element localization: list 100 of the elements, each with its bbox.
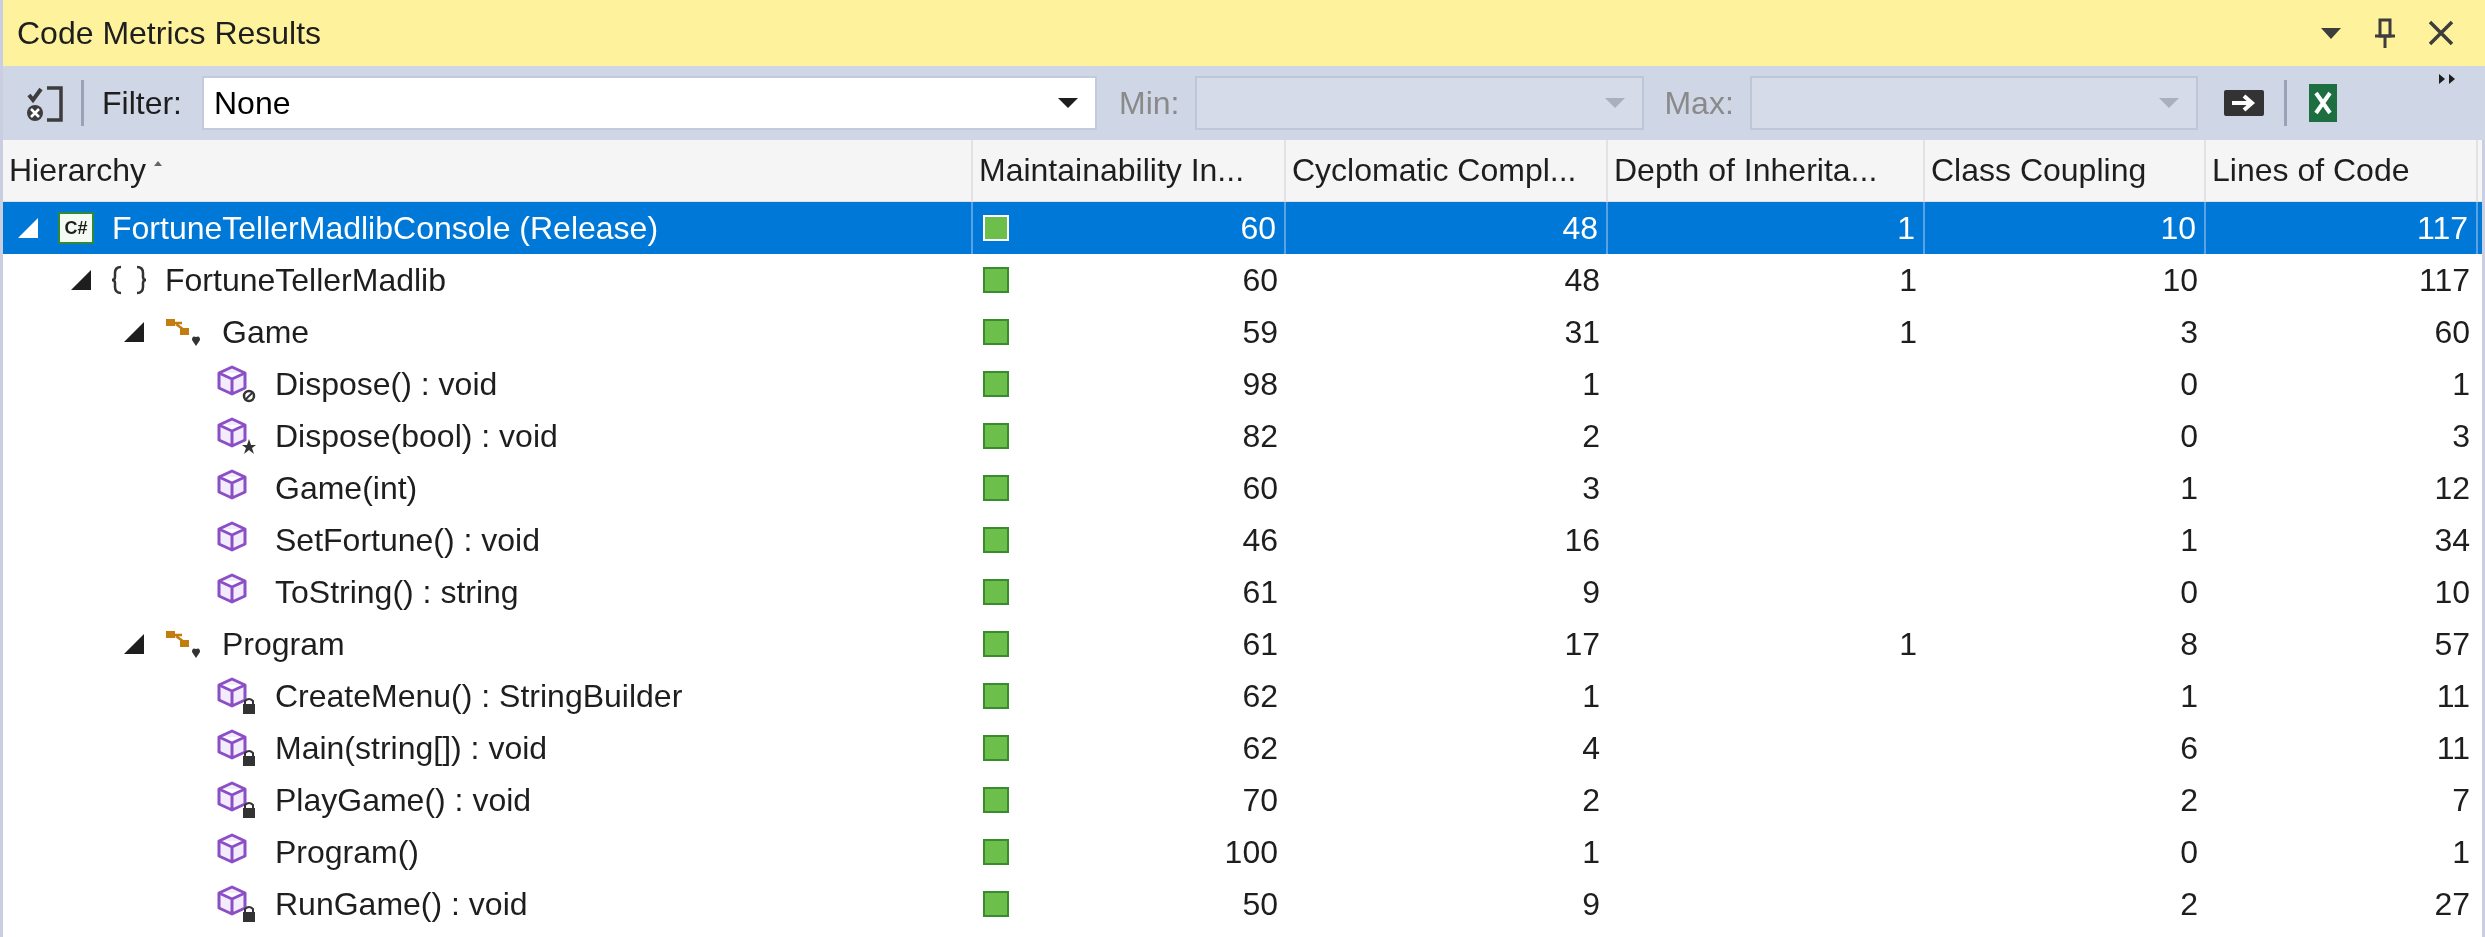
table-cell: 1 xyxy=(1899,625,1917,663)
tree-item-label: Game xyxy=(222,313,310,351)
tree-row[interactable]: CreateMenu() : StringBuilder 62 1 1 11 xyxy=(3,670,2482,722)
method-icon xyxy=(217,885,257,923)
maintainability-rating-icon xyxy=(983,423,1009,449)
table-cell: 16 xyxy=(1564,521,1600,559)
table-cell: 60 xyxy=(1242,261,1278,299)
table-cell: 50 xyxy=(1242,885,1278,923)
table-cell: 1 xyxy=(2452,365,2470,403)
table-cell: 59 xyxy=(1242,313,1278,351)
table-cell: 7 xyxy=(2452,781,2470,819)
caret-icon xyxy=(2157,96,2180,110)
tree-row[interactable]: Game 59 31 1 3 60 xyxy=(3,306,2482,358)
method-icon xyxy=(217,677,257,715)
overflow-icon[interactable] xyxy=(2439,74,2455,84)
table-cell: 10 xyxy=(2162,261,2198,299)
table-cell: 1 xyxy=(1582,677,1600,715)
table-cell: 98 xyxy=(1242,365,1278,403)
maintainability-rating-icon xyxy=(983,631,1009,657)
table-cell: 1 xyxy=(1582,833,1600,871)
tree-row[interactable]: ToString() : string 61 9 0 10 xyxy=(3,566,2482,618)
filter-label: Filter: xyxy=(102,84,182,122)
maintainability-rating-icon xyxy=(983,683,1009,709)
tree-row[interactable]: C# FortuneTellerMadlibConsole (Release) 60 48 1 10 117 xyxy=(3,202,2482,254)
maintainability-rating-icon xyxy=(983,215,1009,241)
caret-icon xyxy=(1604,96,1627,110)
table-cell: 117 xyxy=(2417,209,2468,247)
maintainability-rating-icon xyxy=(983,371,1009,397)
table-cell: 2 xyxy=(2180,885,2198,923)
table-cell: 6 xyxy=(2180,729,2198,767)
maintainability-rating-icon xyxy=(983,787,1009,813)
tree-item-label: Dispose(bool) : void xyxy=(275,417,558,455)
table-cell: 1 xyxy=(2180,521,2198,559)
expanded-arrow-icon[interactable] xyxy=(122,632,146,656)
table-cell: 62 xyxy=(1242,677,1278,715)
table-cell: 60 xyxy=(1240,209,1276,247)
tree-row[interactable]: Program 61 17 1 8 57 xyxy=(3,618,2482,670)
tree-item-label: Game(int) xyxy=(275,469,418,507)
table-cell: 82 xyxy=(1242,417,1278,455)
table-cell: 10 xyxy=(2160,209,2196,247)
tree-item-label: SetFortune() : void xyxy=(275,521,540,559)
spreadsheet-icon[interactable] xyxy=(2306,84,2339,122)
table-cell: 4 xyxy=(1582,729,1600,767)
method-icon xyxy=(217,781,257,819)
table-cell: 12 xyxy=(2434,469,2470,507)
max-label: Max: xyxy=(1664,84,1734,122)
table-cell: 27 xyxy=(2434,885,2470,923)
maintainability-rating-icon xyxy=(983,319,1009,345)
caret-icon xyxy=(1057,96,1079,110)
panel-title: Code Metrics Results xyxy=(17,14,323,52)
tree-item-label: PlayGame() : void xyxy=(275,781,532,819)
table-cell: 0 xyxy=(2180,573,2198,611)
tree-row[interactable]: RunGame() : void 50 9 2 27 xyxy=(3,878,2482,930)
table-cell: 62 xyxy=(1242,729,1278,767)
maintainability-rating-icon xyxy=(983,891,1009,917)
tree-item-label: ToString() : string xyxy=(275,573,519,611)
table-cell: 100 xyxy=(1224,833,1278,871)
tree-row[interactable]: FortuneTellerMadlib 60 48 1 10 117 xyxy=(3,254,2482,306)
maintainability-rating-icon xyxy=(983,735,1009,761)
maintainability-rating-icon xyxy=(983,475,1009,501)
method-icon xyxy=(217,417,257,455)
tree-row[interactable]: PlayGame() : void 70 2 2 7 xyxy=(3,774,2482,826)
expanded-arrow-icon[interactable] xyxy=(69,268,93,292)
tree-row[interactable]: SetFortune() : void 46 16 1 34 xyxy=(3,514,2482,566)
method-icon xyxy=(217,729,257,767)
tree-row[interactable]: Game(int) 60 3 1 12 xyxy=(3,462,2482,514)
table-cell: 9 xyxy=(1582,885,1600,923)
tree-row[interactable]: Program() 100 1 0 1 xyxy=(3,826,2482,878)
maintainability-rating-icon xyxy=(983,527,1009,553)
table-cell: 1 xyxy=(1899,261,1917,299)
tree-item-label: FortuneTellerMadlibConsole (Release) xyxy=(112,209,659,247)
tree-row[interactable]: Dispose(bool) : void 82 2 0 3 xyxy=(3,410,2482,462)
method-icon xyxy=(217,365,257,403)
maintainability-rating-icon xyxy=(983,839,1009,865)
pin-icon[interactable] xyxy=(2373,18,2397,48)
min-label: Min: xyxy=(1119,84,1180,122)
arrow-right-icon[interactable] xyxy=(2223,90,2264,116)
maintainability-rating-icon xyxy=(983,267,1009,293)
table-cell: 8 xyxy=(2180,625,2198,663)
table-cell: 1 xyxy=(2452,833,2470,871)
table-cell: 2 xyxy=(1582,781,1600,819)
table-cell: 34 xyxy=(2434,521,2470,559)
filter-dropdown[interactable]: None xyxy=(202,76,1097,130)
tree-row[interactable]: Dispose() : void 98 1 0 1 xyxy=(3,358,2482,410)
tree-row[interactable]: Main(string[]) : void 62 4 6 11 xyxy=(3,722,2482,774)
table-cell: 1 xyxy=(2180,469,2198,507)
table-cell: 57 xyxy=(2434,625,2470,663)
table-cell: 46 xyxy=(1242,521,1278,559)
table-cell: 61 xyxy=(1242,625,1278,663)
tree-item-label: Main(string[]) : void xyxy=(275,729,548,767)
table-cell: 11 xyxy=(2436,677,2470,715)
close-icon[interactable] xyxy=(2427,19,2455,47)
tree-item-label: Program xyxy=(222,625,345,663)
maintainability-rating-icon xyxy=(983,579,1009,605)
tree-item-label: RunGame() : void xyxy=(275,885,528,923)
expanded-arrow-icon[interactable] xyxy=(122,320,146,344)
table-cell: 31 xyxy=(1564,313,1600,351)
table-cell: 1 xyxy=(1897,209,1915,247)
table-cell: 48 xyxy=(1564,261,1600,299)
table-cell: 70 xyxy=(1242,781,1278,819)
